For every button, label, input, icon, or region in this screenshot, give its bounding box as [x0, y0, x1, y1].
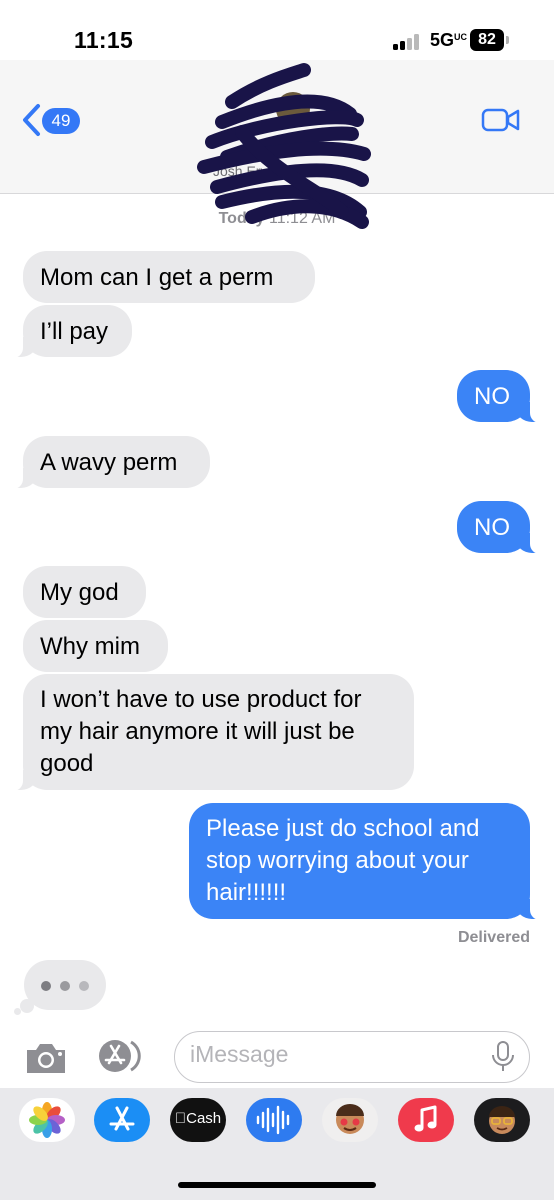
- camera-icon[interactable]: [24, 1040, 68, 1076]
- cash-app[interactable]: Cash: [170, 1098, 226, 1142]
- cellular-signal-icon: [393, 34, 423, 50]
- memoji-stickers-app[interactable]: [322, 1098, 378, 1142]
- app-store-icon: [109, 1106, 135, 1131]
- outgoing-message[interactable]: NO: [457, 370, 540, 423]
- typing-dot: [60, 981, 70, 991]
- app-store-app[interactable]: [94, 1098, 150, 1142]
- outgoing-message[interactable]: Please just do school and stop worrying …: [189, 803, 540, 920]
- incoming-message[interactable]: Why mim: [23, 620, 168, 672]
- photos-app[interactable]: [19, 1098, 75, 1142]
- chevron-right-icon: >: [289, 163, 298, 179]
- memoji-app[interactable]: [474, 1098, 530, 1142]
- typing-indicator-tail: [14, 1008, 21, 1015]
- music-app[interactable]: [398, 1098, 454, 1142]
- chevron-left-icon: [23, 104, 40, 136]
- battery-tip: [506, 36, 509, 44]
- avatar[interactable]: [276, 92, 310, 126]
- battery-icon: 82: [470, 29, 504, 51]
- status-time: 11:15: [74, 27, 134, 53]
- typing-dot: [41, 981, 51, 991]
- incoming-message[interactable]: Mom can I get a perm: [23, 251, 315, 303]
- music-note-icon: [414, 1105, 437, 1132]
- microphone-icon[interactable]: [490, 1040, 516, 1074]
- incoming-message[interactable]: I’ll pay: [13, 305, 132, 358]
- audio-message-app[interactable]: [246, 1098, 302, 1142]
- contact-name: Josh Ervins: [213, 163, 286, 179]
- incoming-message[interactable]: I won’t have to use product for my hair …: [13, 674, 414, 791]
- memoji-stickers-icon: [336, 1104, 364, 1134]
- cash-icon: Cash: [175, 1110, 221, 1127]
- home-indicator[interactable]: [178, 1182, 376, 1188]
- app-store-button-icon[interactable]: [97, 1038, 149, 1074]
- incoming-message[interactable]: A wavy perm: [13, 436, 210, 489]
- photos-icon: [29, 1102, 65, 1138]
- conversation-timestamp: Today 11:12 AM: [218, 210, 336, 227]
- video-call-icon[interactable]: [481, 107, 521, 133]
- delivery-status: Delivered: [457, 929, 530, 946]
- incoming-message[interactable]: My god: [23, 566, 146, 618]
- message-input-placeholder: iMessage: [190, 1041, 289, 1067]
- outgoing-message[interactable]: NO: [457, 501, 540, 554]
- waveform-icon: [256, 1105, 290, 1135]
- unread-count-badge[interactable]: 49: [42, 108, 80, 134]
- contact-name-button[interactable]: Josh Ervins >: [213, 163, 297, 179]
- typing-dot: [79, 981, 89, 991]
- memoji-icon: [489, 1106, 515, 1134]
- typing-indicator-tail: [20, 999, 34, 1013]
- typing-indicator: [24, 960, 106, 1010]
- network-type: 5GUC: [430, 30, 468, 50]
